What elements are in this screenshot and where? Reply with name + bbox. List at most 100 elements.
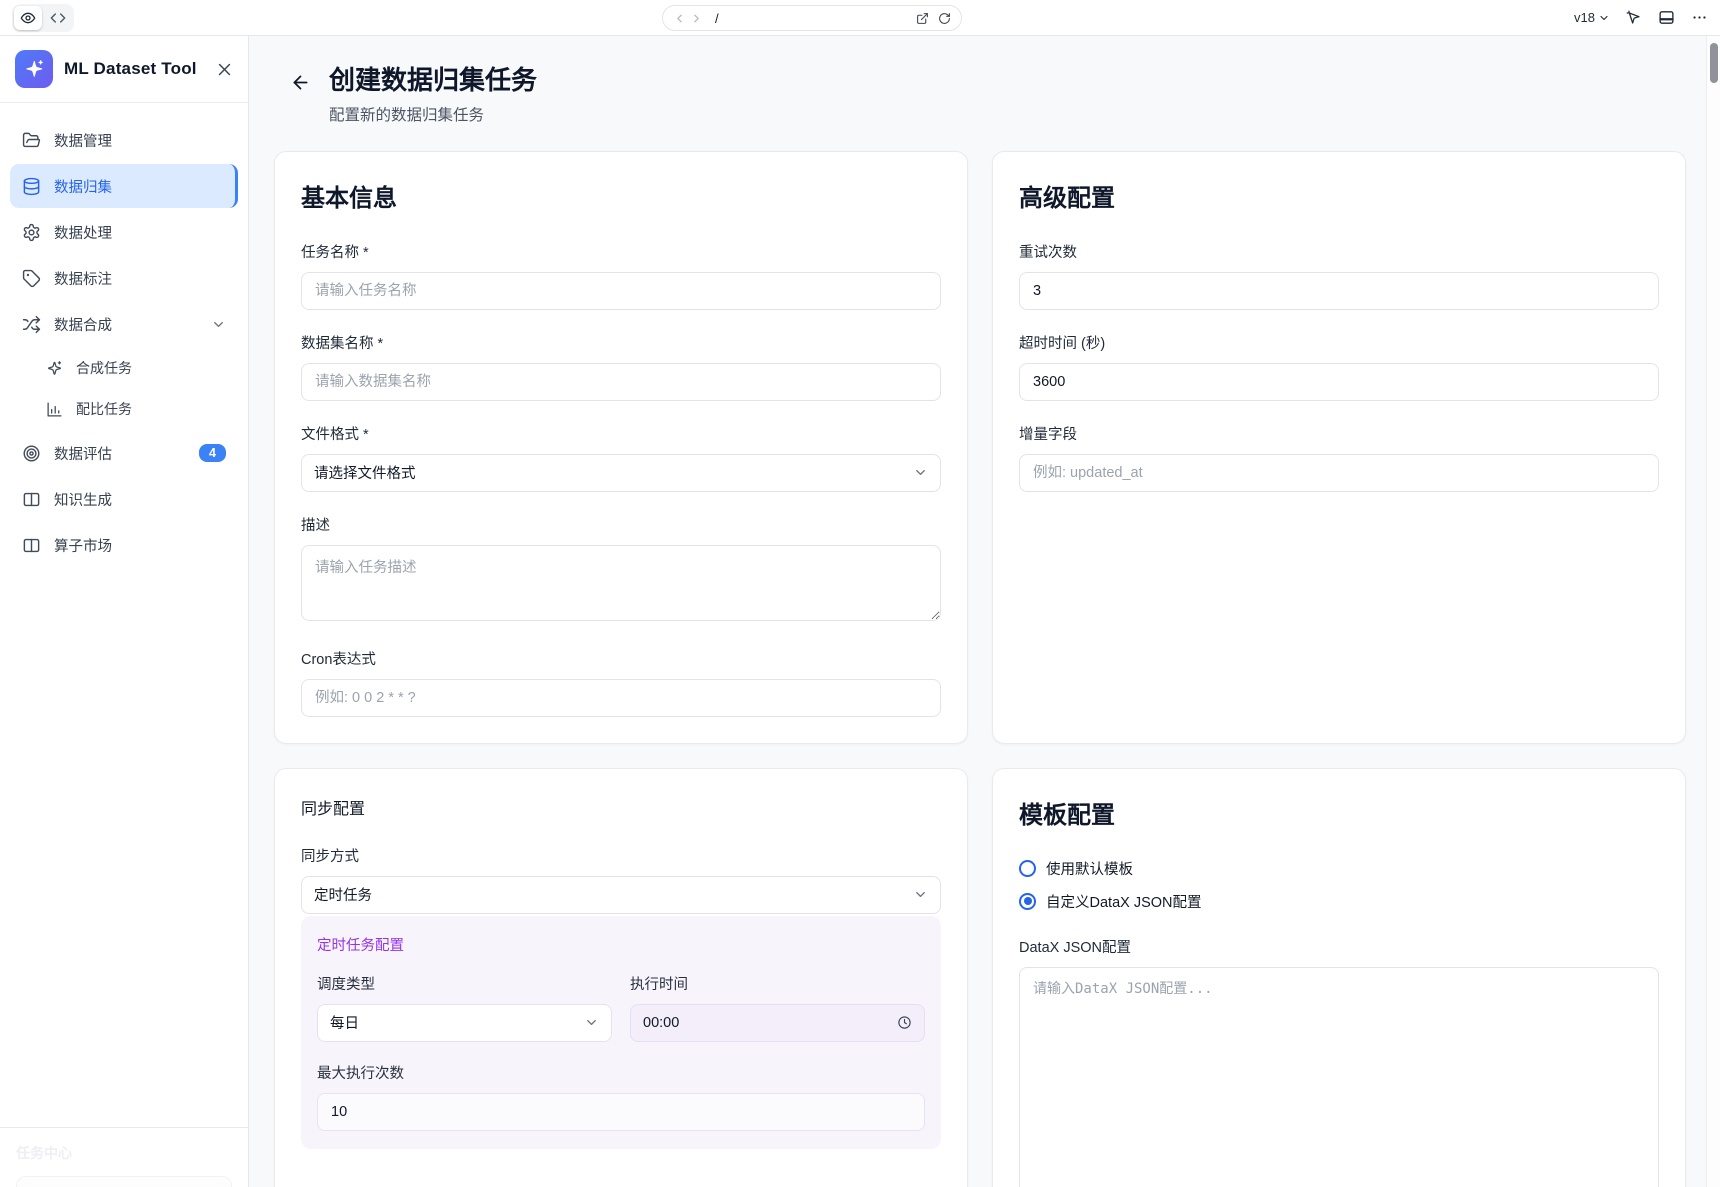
chevron-down-icon (913, 465, 928, 480)
sidebar-close-button[interactable] (216, 61, 233, 78)
url-bar[interactable]: / (662, 5, 962, 31)
cursor-icon (1626, 10, 1642, 26)
sidebar-item-label: 数据处理 (54, 222, 112, 243)
default-template-radio[interactable]: 使用默认模板 (1019, 858, 1659, 879)
sync-method-value: 定时任务 (314, 884, 372, 905)
max-exec-input[interactable] (317, 1093, 925, 1131)
dataset-name-label: 数据集名称 * (301, 332, 941, 353)
version-label: v18 (1574, 10, 1595, 25)
incremental-field-input[interactable] (1019, 454, 1659, 492)
browser-toolbar: / v18 (0, 0, 1720, 36)
book-open-icon (22, 536, 41, 555)
file-format-label: 文件格式 * (301, 423, 941, 444)
shuffle-icon (22, 315, 41, 334)
sync-method-label: 同步方式 (301, 845, 941, 866)
timeout-input[interactable] (1019, 363, 1659, 401)
external-link-icon (916, 12, 929, 25)
version-selector[interactable]: v18 (1574, 10, 1610, 25)
schedule-type-label: 调度类型 (317, 973, 612, 994)
select-element-button[interactable] (1626, 10, 1642, 26)
cron-label: Cron表达式 (301, 648, 941, 669)
bar-chart-icon (46, 401, 63, 418)
schedule-type-select[interactable]: 每日 (317, 1004, 612, 1042)
database-icon (22, 177, 41, 196)
sidebar-item-label: 数据管理 (54, 130, 112, 151)
sidebar-nav: 数据管理 数据归集 数据处理 数据标注 数据合成 合成任务 (0, 103, 248, 1127)
description-label: 描述 (301, 514, 941, 535)
refresh-button[interactable] (938, 12, 951, 25)
more-menu-button[interactable] (1691, 9, 1708, 26)
book-open-icon (22, 490, 41, 509)
file-format-select[interactable]: 请选择文件格式 (301, 454, 941, 492)
back-arrow-icon (290, 72, 311, 93)
advanced-config-title: 高级配置 (1019, 178, 1659, 213)
sidebar-item-ratio-task[interactable]: 配比任务 (10, 389, 238, 429)
code-icon (50, 10, 66, 26)
history-back-button[interactable] (673, 12, 686, 25)
sidebar-item-label: 合成任务 (76, 358, 132, 378)
sidebar-item-data-collection[interactable]: 数据归集 (10, 164, 238, 208)
open-external-button[interactable] (916, 12, 929, 25)
schedule-panel-title: 定时任务配置 (317, 934, 925, 955)
back-button[interactable] (288, 66, 313, 99)
panel-icon (1658, 9, 1675, 26)
radio-unchecked-icon (1019, 860, 1036, 877)
sidebar-item-label: 配比任务 (76, 399, 132, 419)
sidebar-item-data-management[interactable]: 数据管理 (10, 118, 238, 162)
advanced-config-card: 高级配置 重试次数 超时时间 (秒) 增量字段 (992, 151, 1686, 744)
template-config-title: 模板配置 (1019, 795, 1659, 830)
scrollbar-track[interactable] (1706, 36, 1720, 1187)
chevron-down-icon (1598, 12, 1610, 24)
history-forward-button[interactable] (690, 12, 703, 25)
exec-time-input[interactable]: 00:00 (630, 1004, 925, 1042)
chevron-down-icon (211, 317, 226, 332)
dataset-name-input[interactable] (301, 363, 941, 401)
chevron-down-icon (913, 887, 928, 902)
close-icon (216, 61, 233, 78)
gear-icon (22, 223, 41, 242)
description-textarea[interactable] (301, 545, 941, 621)
sidebar-item-data-evaluation[interactable]: 数据评估 4 (10, 431, 238, 475)
sidebar-item-data-synthesis[interactable]: 数据合成 (10, 302, 238, 346)
basic-info-title: 基本信息 (301, 178, 941, 213)
retry-count-label: 重试次数 (1019, 241, 1659, 262)
basic-info-card: 基本信息 任务名称 * 数据集名称 * 文件格式 * 请选择文件格式 (274, 151, 968, 744)
max-exec-label: 最大执行次数 (317, 1062, 925, 1083)
sync-config-card: 同步配置 同步方式 定时任务 定时任务配置 调度类型 每日 (274, 768, 968, 1187)
exec-time-value: 00:00 (643, 1015, 679, 1031)
schedule-type-value: 每日 (330, 1012, 359, 1033)
code-toggle-button[interactable] (44, 6, 72, 30)
cron-input[interactable] (301, 679, 941, 717)
retry-count-input[interactable] (1019, 272, 1659, 310)
page-title: 创建数据归集任务 (329, 66, 537, 96)
chevron-right-icon (690, 12, 703, 25)
sparkles-icon (24, 59, 45, 80)
sidebar-item-label: 数据评估 (54, 443, 112, 464)
sidebar-item-knowledge-generation[interactable]: 知识生成 (10, 477, 238, 521)
radio-checked-icon (1019, 893, 1036, 910)
chevron-down-icon (584, 1015, 599, 1030)
target-icon (22, 444, 41, 463)
sidebar-item-synthesis-task[interactable]: 合成任务 (10, 348, 238, 388)
app-title: ML Dataset Tool (64, 59, 197, 79)
more-icon (1691, 9, 1708, 26)
sync-config-title: 同步配置 (301, 795, 941, 819)
sidebar-item-data-processing[interactable]: 数据处理 (10, 210, 238, 254)
datax-json-label: DataX JSON配置 (1019, 936, 1659, 957)
scrollbar-thumb[interactable] (1710, 43, 1718, 83)
sync-method-select[interactable]: 定时任务 (301, 876, 941, 914)
sidebar: ML Dataset Tool 数据管理 数据归集 数据处理 数据标注 (0, 36, 249, 1187)
eye-icon (20, 10, 36, 26)
toggle-panel-button[interactable] (1658, 9, 1675, 26)
custom-datax-radio[interactable]: 自定义DataX JSON配置 (1019, 891, 1659, 912)
datax-json-textarea[interactable] (1019, 967, 1659, 1187)
sidebar-item-label: 知识生成 (54, 489, 112, 510)
sidebar-item-data-annotation[interactable]: 数据标注 (10, 256, 238, 300)
tag-icon (22, 269, 41, 288)
task-name-input[interactable] (301, 272, 941, 310)
url-path[interactable]: / (715, 11, 912, 26)
preview-toggle-button[interactable] (14, 6, 42, 30)
custom-datax-label: 自定义DataX JSON配置 (1046, 891, 1202, 912)
incremental-field-label: 增量字段 (1019, 423, 1659, 444)
sidebar-item-operator-market[interactable]: 算子市场 (10, 523, 238, 567)
